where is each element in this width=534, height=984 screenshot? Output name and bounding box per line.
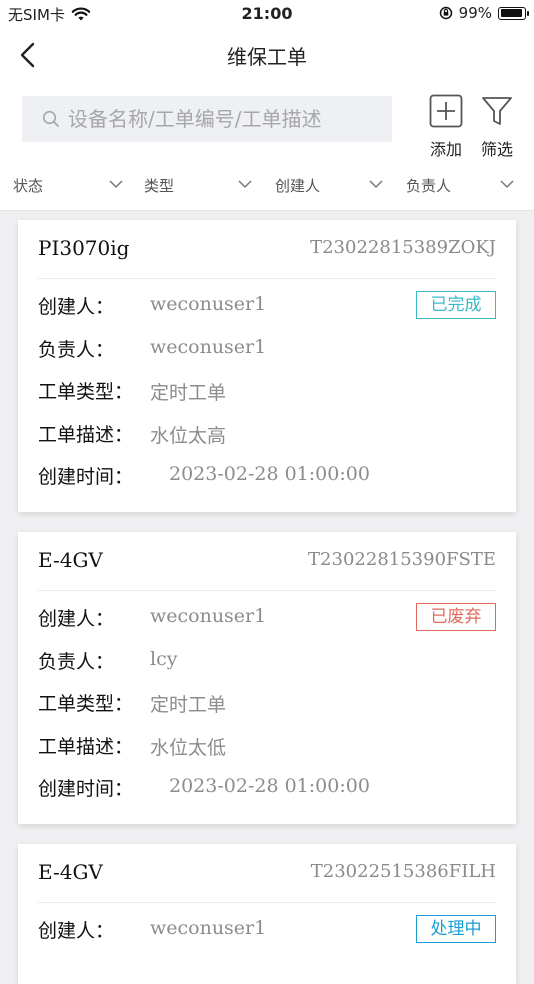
device-name: PI3070ig [38, 236, 130, 260]
creator-label: 创建人： [38, 920, 115, 942]
add-button[interactable]: 添加 [421, 92, 471, 159]
orientation-lock-icon [439, 6, 452, 20]
chevron-down-icon [500, 180, 514, 189]
filter-button[interactable]: 筛选 [472, 92, 522, 159]
work-order-number: T23022815389ZOKJ [310, 237, 496, 258]
type-value: 定时工单 [150, 694, 227, 716]
owner-value: weconuser1 [150, 336, 267, 358]
filter-type-dropdown[interactable]: 类型 [144, 175, 256, 195]
navigation-bar: 维保工单 [0, 30, 534, 80]
filter-owner-label: 负责人 [406, 177, 452, 195]
status-badge: 已废弃 [416, 603, 496, 631]
created-time-label: 创建时间： [38, 778, 134, 800]
created-time-value: 2023-02-28 01:00:00 [169, 463, 370, 485]
description-value: 水位太低 [150, 737, 227, 759]
work-order-number: T23022815390FSTE [308, 549, 496, 570]
filter-creator-label: 创建人 [275, 177, 321, 195]
filter-creator-dropdown[interactable]: 创建人 [275, 175, 387, 195]
chevron-down-icon [238, 180, 252, 189]
work-order-card[interactable]: E-4GV T23022515386FILH 创建人： weconuser1 处… [18, 844, 516, 984]
filter-owner-dropdown[interactable]: 负责人 [406, 175, 518, 195]
battery-percent: 99% [458, 4, 492, 22]
search-icon [42, 110, 59, 127]
filter-type-label: 类型 [144, 177, 175, 195]
description-value: 水位太高 [150, 425, 227, 447]
chevron-down-icon [109, 180, 123, 189]
add-icon [429, 94, 463, 128]
creator-label: 创建人： [38, 296, 115, 318]
type-label: 工单类型： [38, 381, 134, 403]
filter-status-dropdown[interactable]: 状态 [13, 175, 125, 195]
device-name: E-4GV [38, 548, 103, 572]
page-title: 维保工单 [227, 45, 307, 69]
creator-value: weconuser1 [150, 605, 267, 627]
owner-label: 负责人： [38, 651, 115, 673]
filter-funnel-icon [482, 97, 512, 125]
type-value: 定时工单 [150, 382, 227, 404]
created-time-label: 创建时间： [38, 466, 134, 488]
status-badge: 已完成 [416, 291, 496, 319]
add-label: 添加 [429, 140, 462, 159]
owner-value: lcy [150, 648, 178, 670]
battery-icon [498, 6, 529, 20]
type-label: 工单类型： [38, 693, 134, 715]
chevron-down-icon [369, 180, 383, 189]
creator-label: 创建人： [38, 608, 115, 630]
owner-label: 负责人： [38, 339, 115, 361]
battery-fill [500, 9, 523, 17]
description-label: 工单描述： [38, 736, 134, 758]
creator-value: weconuser1 [150, 917, 267, 939]
card-header: E-4GV T23022815390FSTE [38, 532, 496, 591]
filter-label: 筛选 [480, 140, 513, 159]
status-bar: 无SIM卡 21:00 99% [0, 0, 534, 30]
search-box[interactable] [22, 96, 392, 142]
search-toolbar: 添加 筛选 [0, 80, 534, 160]
description-label: 工单描述： [38, 424, 134, 446]
device-name: E-4GV [38, 860, 103, 884]
creator-value: weconuser1 [150, 293, 267, 315]
work-order-card[interactable]: E-4GV T23022815390FSTE 创建人： weconuser1 已… [18, 532, 516, 824]
card-header: PI3070ig T23022815389ZOKJ [38, 220, 496, 279]
filter-bar: 状态 类型 创建人 负责人 [0, 160, 534, 211]
status-badge: 处理中 [416, 915, 496, 943]
card-header: E-4GV T23022515386FILH [38, 844, 496, 903]
search-input[interactable] [68, 104, 378, 134]
work-order-number: T23022515386FILH [310, 861, 496, 882]
work-order-card[interactable]: PI3070ig T23022815389ZOKJ 创建人： weconuser… [18, 220, 516, 512]
filter-status-label: 状态 [13, 177, 44, 195]
created-time-value: 2023-02-28 01:00:00 [169, 775, 370, 797]
